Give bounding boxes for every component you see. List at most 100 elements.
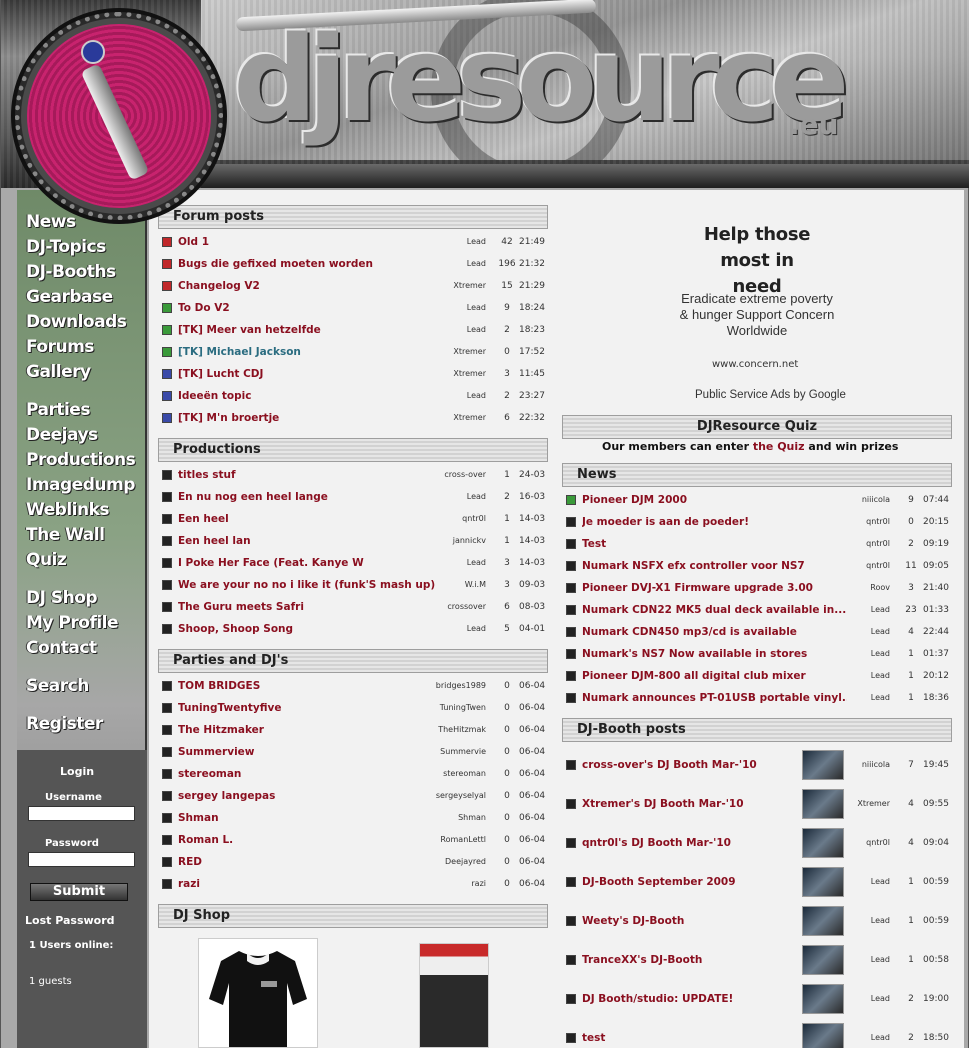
nav-my-profile[interactable]: My Profile [26, 613, 119, 633]
forum-post-row[interactable]: Ideeën topic Lead 2 23:27 [162, 385, 547, 407]
booth-thumbnail[interactable] [802, 867, 844, 897]
dj-booth-title[interactable]: DJ Booth/studio: UPDATE! [582, 988, 787, 1010]
dj-booth-title[interactable]: Weety's DJ-Booth [582, 910, 787, 932]
nav-forums[interactable]: Forums [26, 337, 94, 357]
production-title[interactable]: Shoop, Shoop Song [178, 618, 438, 640]
news-row[interactable]: Numark CDN22 MK5 dual deck available in.… [566, 599, 951, 621]
party-title[interactable]: sergey langepas [178, 785, 433, 807]
news-title[interactable]: Numark CDN22 MK5 dual deck available in.… [582, 599, 847, 621]
news-row[interactable]: Pioneer DJM-800 all digital club mixer Le… [566, 665, 951, 687]
booth-thumbnail[interactable] [802, 750, 844, 780]
forum-post-title[interactable]: [TK] Meer van hetzelfde [178, 319, 438, 341]
forum-post-title[interactable]: [TK] M'n broertje [178, 407, 438, 429]
nav-gallery[interactable]: Gallery [26, 362, 91, 382]
ad-credit[interactable]: Public Service Ads by Google [695, 389, 846, 401]
news-row[interactable]: Pioneer DJM 2000 niiicola 9 07:44 [566, 489, 951, 511]
party-row[interactable]: sergey langepas sergeyselyal 0 06-04 [162, 785, 547, 807]
booth-thumbnail[interactable] [802, 828, 844, 858]
production-row[interactable]: Shoop, Shoop Song Lead 5 04-01 [162, 618, 547, 640]
booth-thumbnail[interactable] [802, 906, 844, 936]
dj-booth-row[interactable]: TranceXX's DJ-Booth Lead 1 00:58 [566, 945, 951, 975]
forum-post-row[interactable]: To Do V2 Lead 9 18:24 [162, 297, 547, 319]
party-row[interactable]: Roman L. RomanLettl 0 06-04 [162, 829, 547, 851]
forum-post-row[interactable]: Changelog V2 Xtremer 15 21:29 [162, 275, 547, 297]
shop-item-shirt[interactable] [198, 938, 318, 1048]
production-row[interactable]: Een heel qntr0l 1 14-03 [162, 508, 547, 530]
dj-booth-title[interactable]: qntr0l's DJ Booth Mar-'10 [582, 832, 787, 854]
forum-post-row[interactable]: [TK] M'n broertje Xtremer 6 22:32 [162, 407, 547, 429]
shop-item-product-box[interactable] [419, 943, 489, 1048]
production-row[interactable]: En nu nog een heel lange Lead 2 16-03 [162, 486, 547, 508]
production-row[interactable]: titles stuf cross-over 1 24-03 [162, 464, 547, 486]
party-title[interactable]: TOM BRIDGES [178, 675, 433, 697]
party-title[interactable]: The Hitzmaker [178, 719, 433, 741]
news-title[interactable]: Test [582, 533, 847, 555]
production-title[interactable]: En nu nog een heel lange [178, 486, 438, 508]
booth-thumbnail[interactable] [802, 984, 844, 1014]
nav-the-wall[interactable]: The Wall [26, 525, 105, 545]
news-row[interactable]: Test qntr0l 2 09:19 [566, 533, 951, 555]
booth-thumbnail[interactable] [802, 789, 844, 819]
dj-booth-row[interactable]: Xtremer's DJ Booth Mar-'10 Xtremer 4 09:55 [566, 789, 951, 819]
booth-thumbnail[interactable] [802, 1023, 844, 1048]
party-row[interactable]: The Hitzmaker TheHitzmak 0 06-04 [162, 719, 547, 741]
news-title[interactable]: Je moeder is aan de poeder! [582, 511, 847, 533]
nav-dj-shop[interactable]: DJ Shop [26, 588, 98, 608]
party-title[interactable]: Summerview [178, 741, 433, 763]
dj-booth-title[interactable]: Xtremer's DJ Booth Mar-'10 [582, 793, 787, 815]
nav-imagedump[interactable]: Imagedump [26, 475, 135, 495]
dj-booth-row[interactable]: DJ Booth/studio: UPDATE! Lead 2 19:00 [566, 984, 951, 1014]
forum-post-row[interactable]: Bugs die gefixed moeten worden Lead 196 21:… [162, 253, 547, 275]
party-row[interactable]: Summerview Summervie 0 06-04 [162, 741, 547, 763]
news-title[interactable]: Pioneer DVJ-X1 Firmware upgrade 3.00 [582, 577, 847, 599]
news-row[interactable]: Numark NSFX efx controller voor NS7 qntr0… [566, 555, 951, 577]
booth-thumbnail[interactable] [802, 945, 844, 975]
ad-url[interactable]: www.concern.net [712, 359, 798, 370]
production-title[interactable]: I Poke Her Face (Feat. Kanye W [178, 552, 438, 574]
news-title[interactable]: Pioneer DJM 2000 [582, 489, 847, 511]
nav-productions[interactable]: Productions [26, 450, 136, 470]
production-title[interactable]: titles stuf [178, 464, 438, 486]
submit-button[interactable]: Submit [30, 883, 128, 901]
nav-register[interactable]: Register [26, 714, 103, 734]
nav-contact[interactable]: Contact [26, 638, 97, 658]
dj-booth-row[interactable]: DJ-Booth September 2009 Lead 1 00:59 [566, 867, 951, 897]
news-row[interactable]: Numark announces PT-01USB portable vinyl… [566, 687, 951, 709]
username-field[interactable] [28, 806, 135, 821]
dj-booth-row[interactable]: cross-over's DJ Booth Mar-'10 niiicola 7 19… [566, 750, 951, 780]
nav-gearbase[interactable]: Gearbase [26, 287, 113, 307]
dj-booth-row[interactable]: qntr0l's DJ Booth Mar-'10 qntr0l 4 09:04 [566, 828, 951, 858]
production-title[interactable]: We are your no no i like it (funk'S mash… [178, 574, 438, 596]
forum-post-row[interactable]: [TK] Lucht CDJ Xtremer 3 11:45 [162, 363, 547, 385]
production-title[interactable]: The Guru meets Safri [178, 596, 438, 618]
nav-news[interactable]: News [26, 212, 76, 232]
nav-deejays[interactable]: Deejays [26, 425, 98, 445]
password-field[interactable] [28, 852, 135, 867]
production-row[interactable]: The Guru meets Safri crossover 6 08-03 [162, 596, 547, 618]
party-title[interactable]: razi [178, 873, 433, 895]
party-row[interactable]: TOM BRIDGES bridges1989 0 06-04 [162, 675, 547, 697]
nav-dj-topics[interactable]: DJ-Topics [26, 237, 106, 257]
forum-post-title[interactable]: [TK] Lucht CDJ [178, 363, 438, 385]
party-row[interactable]: Shman Shman 0 06-04 [162, 807, 547, 829]
party-row[interactable]: RED Deejayred 0 06-04 [162, 851, 547, 873]
forum-post-row[interactable]: [TK] Michael Jackson Xtremer 0 17:52 [162, 341, 547, 363]
dj-booth-title[interactable]: DJ-Booth September 2009 [582, 871, 787, 893]
dj-booth-row[interactable]: Weety's DJ-Booth Lead 1 00:59 [566, 906, 951, 936]
news-row[interactable]: Je moeder is aan de poeder! qntr0l 0 20:15 [566, 511, 951, 533]
dj-booth-title[interactable]: test [582, 1027, 787, 1048]
forum-post-title[interactable]: Ideeën topic [178, 385, 438, 407]
news-row[interactable]: Numark CDN450 mp3/cd is available Lead 4 22… [566, 621, 951, 643]
nav-parties[interactable]: Parties [26, 400, 90, 420]
party-row[interactable]: stereoman stereoman 0 06-04 [162, 763, 547, 785]
forum-post-title[interactable]: Bugs die gefixed moeten worden [178, 253, 438, 275]
forum-post-row[interactable]: [TK] Meer van hetzelfde Lead 2 18:23 [162, 319, 547, 341]
forum-post-title[interactable]: To Do V2 [178, 297, 438, 319]
forum-post-title[interactable]: Changelog V2 [178, 275, 438, 297]
nav-quiz[interactable]: Quiz [26, 550, 67, 570]
news-title[interactable]: Numark announces PT-01USB portable vinyl… [582, 687, 847, 709]
dj-booth-title[interactable]: cross-over's DJ Booth Mar-'10 [582, 754, 787, 776]
news-title[interactable]: Pioneer DJM-800 all digital club mixer [582, 665, 847, 687]
quiz-link[interactable]: the Quiz [753, 440, 805, 453]
nav-search[interactable]: Search [26, 676, 89, 696]
